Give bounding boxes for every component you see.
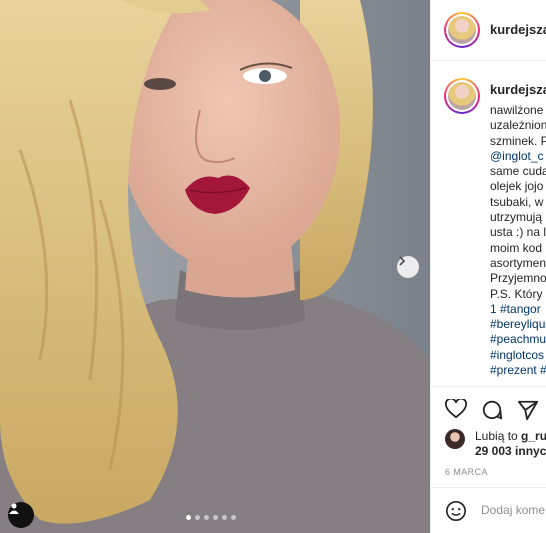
- selfie-image: [0, 0, 430, 533]
- post-caption: nawilżone uzależnion szminek. P @inglot_…: [490, 103, 546, 378]
- hashtag-link[interactable]: #inglotcos: [490, 348, 546, 363]
- caption-line: moim kod: [490, 240, 543, 255]
- caption-line: same cuda: [490, 164, 546, 179]
- carousel-dot: [195, 515, 200, 520]
- post-header: kurdejszat: [431, 0, 546, 61]
- avatar[interactable]: [444, 12, 480, 48]
- carousel-dot: [186, 515, 191, 520]
- liker-avatar[interactable]: [445, 429, 465, 449]
- comment-bar: Dodaj kome: [431, 487, 546, 533]
- caption-line: olejek jojo: [490, 179, 544, 194]
- caption-line: uzależnion: [490, 118, 546, 133]
- smiley-icon[interactable]: [445, 500, 467, 527]
- caption-avatar[interactable]: [444, 78, 480, 114]
- header-username[interactable]: kurdejszat: [490, 22, 546, 37]
- heart-icon[interactable]: [445, 397, 467, 424]
- caption-line: asortymen: [490, 255, 546, 270]
- likes-summary: Lubią to g_rul 29 003 innych: [475, 429, 546, 459]
- hashtag-link[interactable]: #bereyliqu: [490, 317, 546, 332]
- caption-line: Przyjemno: [490, 271, 546, 286]
- next-photo-button[interactable]: [397, 256, 419, 278]
- caption-username[interactable]: kurdejszat: [490, 82, 546, 97]
- hashtag-link[interactable]: #peachmu: [490, 332, 546, 347]
- tagged-users-button[interactable]: [8, 502, 34, 528]
- post-date[interactable]: 6 MARCA: [445, 467, 488, 477]
- caption-line: tsubaki, w: [490, 194, 544, 209]
- likes-prefix: Lubią to: [475, 429, 518, 443]
- comment-input[interactable]: Dodaj kome: [481, 503, 545, 517]
- instagram-post-view: kurdejszat kurdejszat nawilżone uzależni…: [0, 0, 546, 533]
- liker-username[interactable]: g_rul: [521, 429, 546, 443]
- comment-icon[interactable]: [481, 399, 503, 426]
- caption-line: nawilżone: [490, 103, 544, 117]
- caption-line: szminek. P: [490, 133, 546, 148]
- carousel-dot: [222, 515, 227, 520]
- carousel-dot: [213, 515, 218, 520]
- carousel-indicator: [186, 515, 236, 520]
- mention-link[interactable]: @inglot_c: [490, 149, 546, 164]
- caption-line: P.S. Który: [490, 286, 543, 301]
- post-actions: Lubią to g_rul 29 003 innych 6 MARCA Dod…: [431, 386, 546, 533]
- carousel-dot: [231, 515, 236, 520]
- post-photo[interactable]: [0, 0, 430, 533]
- likes-count[interactable]: 29 003 innych: [475, 444, 546, 458]
- hashtag-link[interactable]: #prezent #: [490, 363, 546, 378]
- hashtag-link[interactable]: 1 #tangor: [490, 302, 541, 316]
- avatar-image: [448, 16, 476, 44]
- caption-line: utrzymują: [490, 210, 543, 225]
- post-side-panel: kurdejszat kurdejszat nawilżone uzależni…: [430, 0, 546, 533]
- carousel-dot: [204, 515, 209, 520]
- caption-line: 1 #tangor: [490, 302, 546, 317]
- caption-line: usta :) na l: [490, 225, 546, 240]
- share-icon[interactable]: [517, 399, 539, 426]
